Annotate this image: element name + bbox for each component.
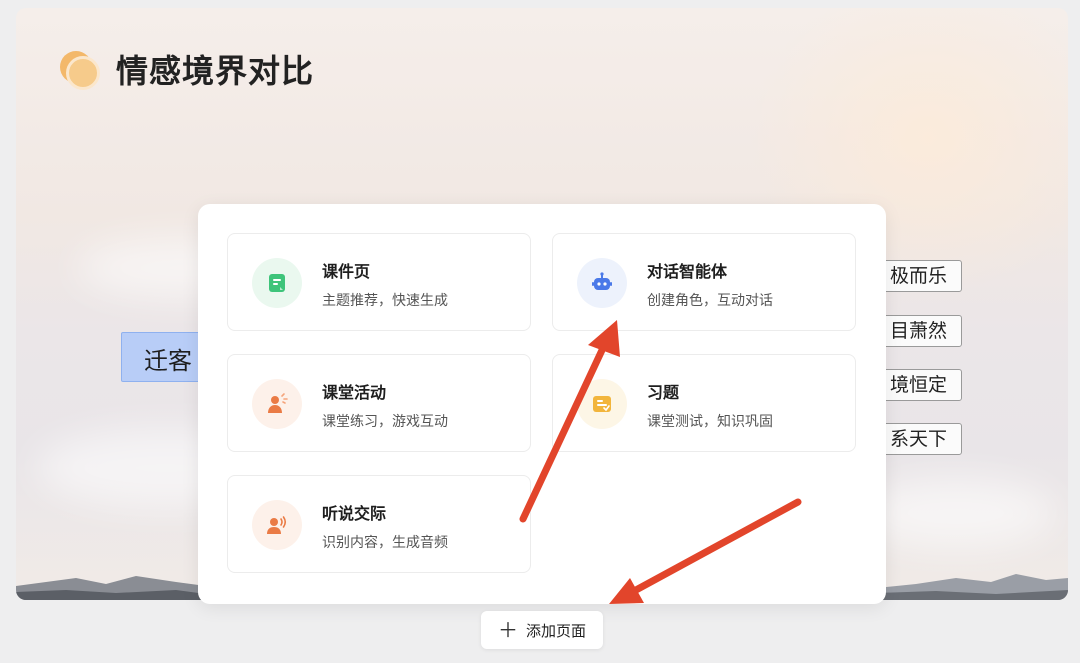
classroom-activity-icon [252, 379, 302, 429]
exercise-icon [577, 379, 627, 429]
card-classroom-activity[interactable]: 课堂活动 课堂练习，游戏互动 [227, 354, 531, 452]
card-listening-speaking[interactable]: 听说交际 识别内容，生成音频 [227, 475, 531, 573]
orange-circles-logo-icon [60, 48, 102, 90]
card-description: 课堂测试，知识巩固 [647, 414, 773, 430]
courseware-page-icon [252, 258, 302, 308]
slide-header: 情感境界对比 [60, 46, 314, 92]
plus-icon: ＋ [497, 618, 518, 642]
slide-title[interactable]: 情感境界对比 [116, 46, 314, 92]
card-chat-agent[interactable]: 对话智能体 创建角色，互动对话 [552, 233, 856, 331]
add-page-label: 添加页面 [525, 621, 586, 640]
card-description: 创建角色，互动对话 [647, 293, 773, 309]
card-description: 课堂练习，游戏互动 [322, 414, 448, 430]
card-title: 课堂活动 [322, 383, 387, 402]
card-title: 听说交际 [322, 504, 387, 523]
card-description: 识别内容，生成音频 [322, 535, 448, 551]
card-exercise[interactable]: 习题 课堂测试，知识巩固 [552, 354, 856, 452]
card-description: 主题推荐，快速生成 [322, 293, 448, 309]
card-title: 对话智能体 [647, 262, 728, 281]
card-courseware-page[interactable]: 课件页 主题推荐，快速生成 [227, 233, 531, 331]
add-page-button[interactable]: ＋ 添加页面 [481, 611, 603, 649]
listening-speaking-icon [252, 500, 302, 550]
chat-bot-icon [577, 258, 627, 308]
background-cloud [856, 478, 1056, 548]
card-title: 习题 [647, 383, 680, 402]
card-title: 课件页 [322, 262, 371, 281]
add-page-type-menu: 课件页 主题推荐，快速生成 对话智能体 创建角色，互动对话 课堂活动 课堂练习，… [198, 204, 886, 604]
